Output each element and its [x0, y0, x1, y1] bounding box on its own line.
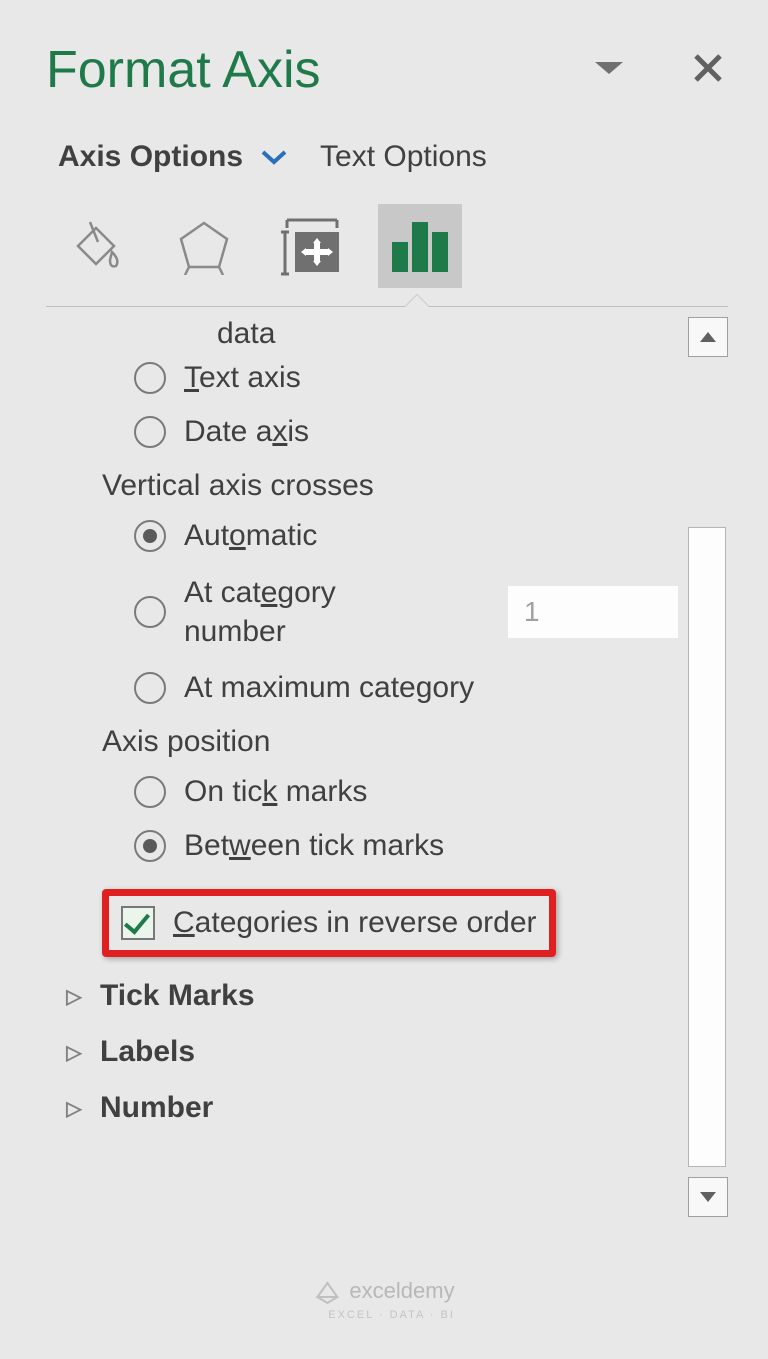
radio-on-tick-marks[interactable]: On tick marks [134, 775, 678, 809]
radio-icon [134, 672, 166, 704]
section-label: Number [100, 1091, 213, 1125]
pane-menu-button[interactable] [595, 59, 623, 82]
scroll-thumb[interactable] [688, 527, 726, 1167]
radio-icon [134, 776, 166, 808]
effects-button[interactable] [162, 204, 246, 288]
radio-label: Automatic [184, 519, 317, 553]
section-number[interactable]: ▷ Number [60, 1091, 678, 1125]
content-row: data Text axis Date axis Vertical axis c… [46, 317, 728, 1217]
radio-label: At category number [184, 573, 414, 651]
expand-icon: ▷ [60, 1096, 88, 1121]
checkbox-icon [121, 906, 155, 940]
radio-icon [134, 416, 166, 448]
close-icon [693, 53, 723, 83]
radio-at-category-number[interactable]: At category number 1 [134, 573, 678, 651]
radio-label: At maximum category [184, 671, 474, 705]
close-button[interactable] [693, 53, 723, 88]
logo-icon [313, 1277, 341, 1305]
tab-indicator-arrow [404, 294, 430, 308]
watermark-sub: EXCEL · DATA · BI [328, 1309, 455, 1321]
radio-label: Text axis [184, 361, 301, 395]
radio-icon [134, 830, 166, 862]
format-axis-pane: Format Axis Axis Options Text Options [0, 0, 768, 1330]
radio-date-axis[interactable]: Date axis [134, 415, 678, 449]
section-label: Tick Marks [100, 979, 255, 1013]
chevron-down-icon[interactable] [261, 140, 287, 174]
category-icon-row [46, 204, 728, 306]
scroll-down-button[interactable] [688, 1177, 728, 1217]
expand-icon: ▷ [60, 984, 88, 1009]
bar-chart-icon [388, 218, 452, 274]
tab-text-options[interactable]: Text Options [320, 140, 487, 174]
section-label: Labels [100, 1035, 195, 1069]
caret-down-icon [595, 59, 623, 77]
section-tick-marks[interactable]: ▷ Tick Marks [60, 979, 678, 1013]
category-number-input[interactable]: 1 [508, 586, 678, 638]
size-properties-button[interactable] [270, 204, 354, 288]
watermark-text: exceldemy [349, 1278, 454, 1304]
checkbox-categories-reverse[interactable]: Categories in reverse order [115, 900, 543, 946]
paint-bucket-icon [66, 216, 126, 276]
radio-label: Date axis [184, 415, 309, 449]
options-content: data Text axis Date axis Vertical axis c… [46, 317, 688, 1217]
vertical-axis-crosses-heading: Vertical axis crosses [102, 469, 678, 503]
radio-automatic[interactable]: Automatic [134, 519, 678, 553]
pane-title: Format Axis [46, 40, 321, 100]
size-icon [277, 214, 347, 278]
triangle-down-icon [700, 1192, 716, 1202]
option-tabs: Axis Options Text Options [46, 140, 728, 174]
radio-icon [134, 596, 166, 628]
triangle-up-icon [700, 332, 716, 342]
axis-options-button[interactable] [378, 204, 462, 288]
radio-label: Between tick marks [184, 829, 444, 863]
divider [46, 306, 728, 307]
fill-line-button[interactable] [54, 204, 138, 288]
tab-axis-options[interactable]: Axis Options [58, 140, 243, 174]
scroll-track[interactable] [688, 357, 728, 1177]
radio-label: On tick marks [184, 775, 367, 809]
pentagon-icon [175, 217, 233, 275]
watermark: exceldemy [313, 1277, 454, 1305]
axis-position-heading: Axis position [102, 725, 678, 759]
radio-icon [134, 520, 166, 552]
section-labels[interactable]: ▷ Labels [60, 1035, 678, 1069]
expand-icon: ▷ [60, 1040, 88, 1065]
radio-text-axis[interactable]: Text axis [134, 361, 678, 395]
title-row: Format Axis [46, 40, 728, 100]
radio-icon [134, 362, 166, 394]
checkbox-label: Categories in reverse order [173, 906, 537, 940]
truncated-option-label: data [217, 317, 678, 351]
radio-at-maximum-category[interactable]: At maximum category [134, 671, 678, 705]
radio-between-tick-marks[interactable]: Between tick marks [134, 829, 678, 863]
vertical-scrollbar [688, 317, 728, 1217]
scroll-up-button[interactable] [688, 317, 728, 357]
highlight-box: Categories in reverse order [102, 889, 556, 957]
